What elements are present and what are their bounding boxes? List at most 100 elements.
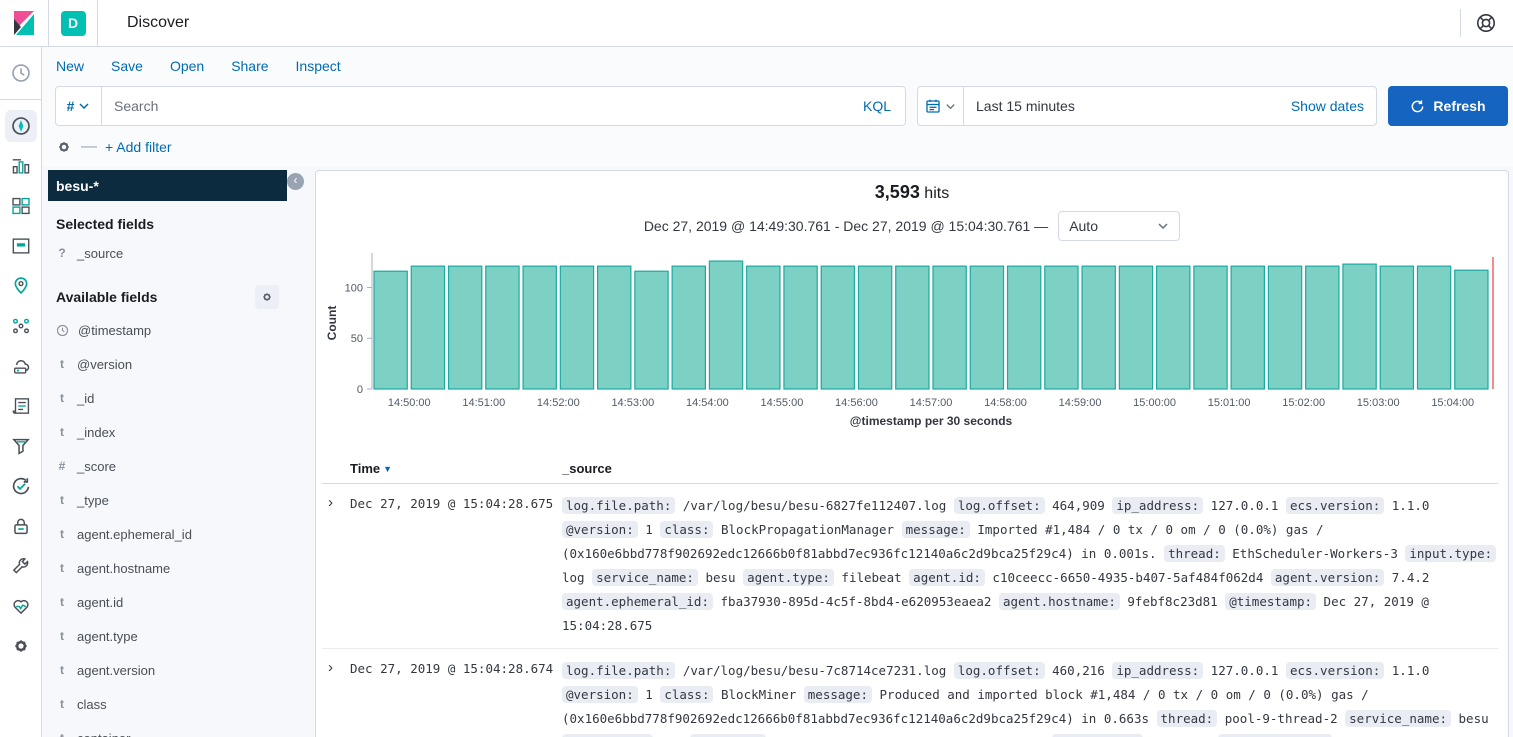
histogram-bar[interactable] [1194, 266, 1227, 389]
histogram-bar[interactable] [1455, 270, 1488, 389]
toolbar-link-new[interactable]: New [56, 58, 84, 74]
histogram-bar[interactable] [411, 266, 444, 389]
search-input[interactable] [102, 98, 863, 114]
histogram-bar[interactable] [1306, 266, 1339, 389]
field-item-source[interactable]: ?_source [48, 236, 287, 270]
histogram-bar[interactable] [1417, 266, 1450, 389]
nav-item-canvas-icon[interactable] [5, 230, 37, 262]
kibana-logo[interactable] [0, 0, 49, 46]
histogram-bar[interactable] [784, 266, 817, 389]
histogram-bar[interactable] [1231, 266, 1264, 389]
time-column-header[interactable]: Time▼ [350, 461, 562, 476]
index-pattern-selector[interactable]: besu-* [48, 170, 287, 201]
field-key-pill: ecs.version: [1286, 497, 1384, 514]
histogram-bar[interactable] [747, 266, 780, 389]
help-life-ring-icon[interactable] [1475, 12, 1497, 34]
nav-item-monitoring-heart-icon[interactable] [5, 590, 37, 622]
histogram-bar[interactable] [1380, 266, 1413, 389]
histogram-bar[interactable] [635, 271, 668, 389]
nav-item-apm-funnel-icon[interactable] [5, 430, 37, 462]
field-item-score[interactable]: #_score [48, 449, 287, 483]
nav-item-compass-icon[interactable] [5, 110, 37, 142]
nav-item-siem-lock-icon[interactable] [5, 510, 37, 542]
field-item-agentid[interactable]: tagent.id [48, 585, 287, 619]
histogram-bar[interactable] [672, 266, 705, 389]
field-item-index[interactable]: t_index [48, 415, 287, 449]
toolbar-link-inspect[interactable]: Inspect [296, 58, 341, 74]
histogram-bar[interactable] [523, 266, 556, 389]
toolbar-link-share[interactable]: Share [231, 58, 268, 74]
filter-settings-gear-icon[interactable] [55, 138, 73, 156]
expand-row-icon[interactable]: › [322, 494, 333, 511]
histogram-bar[interactable] [598, 266, 631, 389]
nav-item-management-gear-icon[interactable] [5, 630, 37, 662]
field-type-icon: t [56, 731, 68, 737]
field-item-agentephemeralid[interactable]: tagent.ephemeral_id [48, 517, 287, 551]
field-item-type[interactable]: t_type [48, 483, 287, 517]
time-range-value[interactable]: Last 15 minutes [964, 98, 1291, 114]
histogram-bar[interactable] [486, 266, 519, 389]
histogram-bar[interactable] [560, 266, 593, 389]
nav-item-dev-tools-wrench-icon[interactable] [5, 550, 37, 582]
field-name: container [77, 731, 130, 737]
nav-item-logs-icon[interactable] [5, 390, 37, 422]
histogram-bar[interactable] [821, 266, 854, 389]
field-type-icon: t [56, 527, 68, 541]
field-item-container[interactable]: t container [48, 721, 287, 737]
histogram-bar[interactable] [970, 266, 1003, 389]
field-item-agenthostname[interactable]: t agent.hostname [48, 551, 287, 585]
field-item-id[interactable]: t_id [48, 381, 287, 415]
saved-query-menu-button[interactable]: # [56, 87, 102, 125]
refresh-button[interactable]: Refresh [1388, 86, 1508, 126]
nav-item-machine-learning-icon[interactable] [5, 310, 37, 342]
field-item-agenttype[interactable]: tagent.type [48, 619, 287, 653]
histogram-interval-select[interactable]: Auto [1058, 211, 1180, 241]
toolbar-link-save[interactable]: Save [111, 58, 143, 74]
nav-item-bar-chart-icon[interactable] [5, 150, 37, 182]
histogram-bar[interactable] [449, 266, 482, 389]
field-item-version[interactable]: t@version [48, 347, 287, 381]
histogram-bar[interactable] [1343, 264, 1376, 389]
histogram-bar[interactable] [1268, 266, 1301, 389]
field-key-pill: agent.ephemeral_id: [562, 593, 713, 610]
field-type-icon: t [56, 663, 68, 677]
histogram-bar[interactable] [1045, 266, 1078, 389]
toolbar-link-open[interactable]: Open [170, 58, 204, 74]
field-key-pill: log.file.path: [562, 497, 675, 514]
collapse-sidebar-button[interactable]: ‹ [287, 173, 304, 190]
field-item-class[interactable]: tclass [48, 687, 287, 721]
histogram-bar[interactable] [374, 271, 407, 389]
field-settings-gear-icon[interactable] [255, 285, 279, 309]
nav-item-uptime-icon[interactable] [5, 470, 37, 502]
histogram-bar[interactable] [858, 266, 891, 389]
hash-icon: # [67, 98, 75, 114]
field-type-icon: t [56, 391, 68, 405]
field-item-timestamp[interactable]: @timestamp [48, 313, 287, 347]
histogram-bar[interactable] [709, 261, 742, 389]
nav-item-clock-icon[interactable] [5, 57, 37, 89]
app-badge-container[interactable]: D [49, 0, 98, 46]
interval-selected-value: Auto [1069, 218, 1098, 234]
nav-item-maps-pin-icon[interactable] [5, 270, 37, 302]
nav-item-metrics-cloud-icon[interactable] [5, 350, 37, 382]
histogram-bar[interactable] [1119, 266, 1152, 389]
field-type-icon: ? [56, 246, 68, 260]
monitoring-heart-icon [10, 595, 32, 617]
add-filter-button[interactable]: + Add filter [105, 139, 172, 155]
histogram-bar[interactable] [1157, 266, 1190, 389]
expand-row-icon[interactable]: › [322, 659, 333, 676]
field-key-pill: ip_address: [1112, 662, 1203, 679]
histogram-bar[interactable] [1082, 266, 1115, 389]
kql-syntax-button[interactable]: KQL [863, 98, 905, 114]
show-dates-button[interactable]: Show dates [1291, 98, 1376, 114]
discover-app-badge: D [61, 11, 86, 36]
histogram-bar[interactable] [933, 266, 966, 389]
histogram-bar[interactable] [1008, 266, 1041, 389]
field-name: agent.hostname [77, 561, 170, 576]
nav-item-dashboard-icon[interactable] [5, 190, 37, 222]
field-item-agentversion[interactable]: tagent.version [48, 653, 287, 687]
histogram-bar[interactable] [896, 266, 929, 389]
histogram-chart[interactable]: 05010014:50:0014:51:0014:52:0014:53:0014… [316, 249, 1508, 434]
date-quick-select-button[interactable] [918, 87, 964, 125]
field-type-icon: t [56, 561, 68, 575]
